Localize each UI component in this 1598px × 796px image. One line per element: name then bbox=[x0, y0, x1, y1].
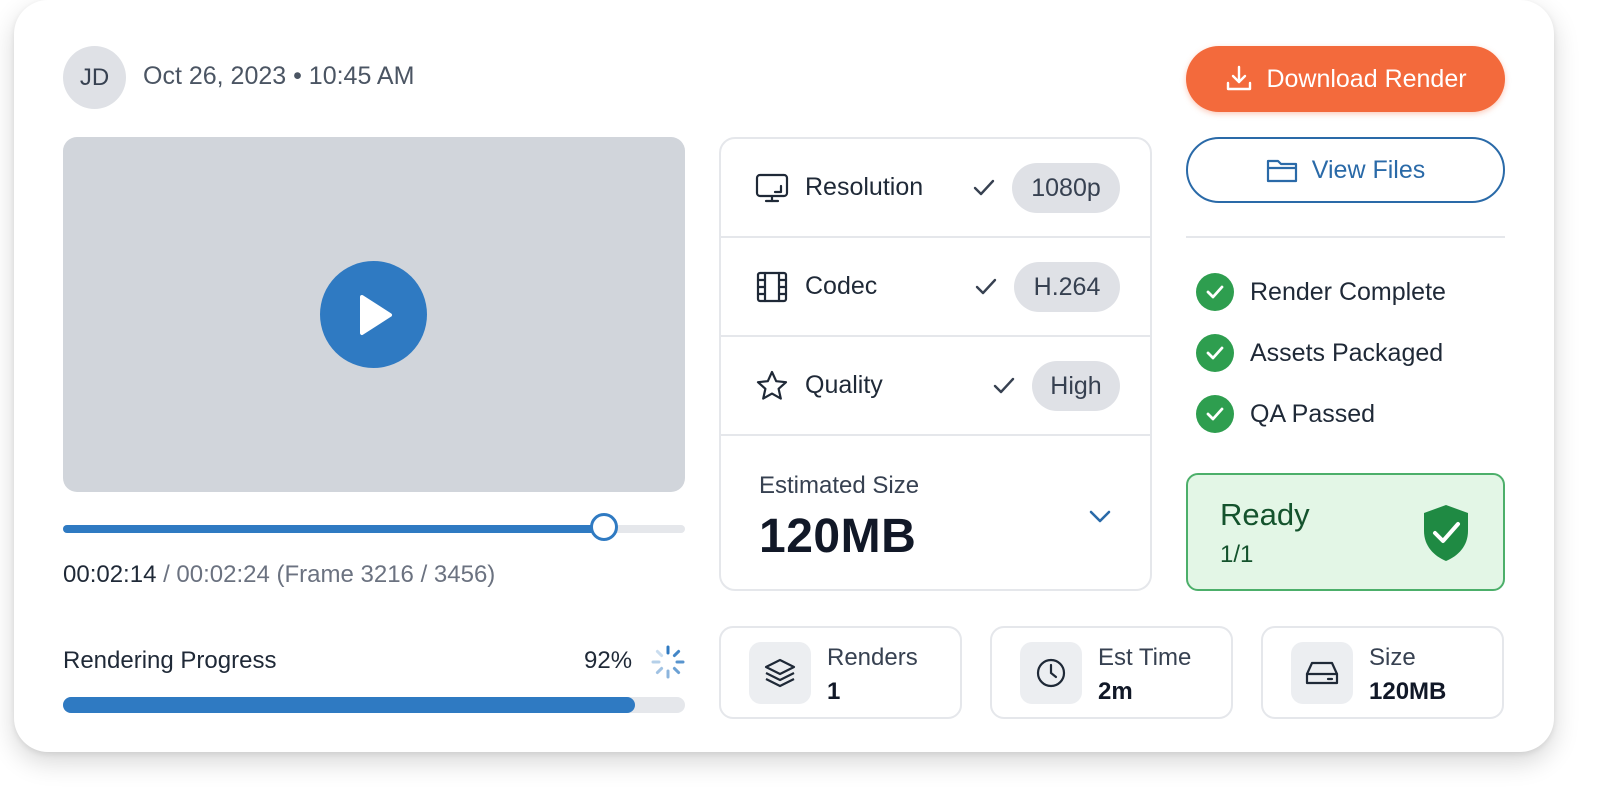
spec-value-badge: High bbox=[1032, 361, 1120, 411]
ready-status-card: Ready 1/1 bbox=[1186, 473, 1505, 591]
stat-value: 1 bbox=[827, 678, 841, 705]
check-circle-icon bbox=[1196, 395, 1234, 433]
divider bbox=[1186, 236, 1505, 238]
current-time: 00:02:14 bbox=[63, 561, 157, 588]
spec-value-badge: 1080p bbox=[1012, 163, 1120, 213]
loading-spinner-icon bbox=[651, 645, 685, 679]
rendering-progress-label: Rendering Progress bbox=[63, 647, 277, 674]
folder-icon bbox=[1266, 159, 1297, 183]
layers-icon bbox=[749, 642, 811, 704]
stat-label: Renders bbox=[827, 644, 918, 671]
stat-value: 120MB bbox=[1369, 678, 1447, 705]
spec-row-codec: Codec H.264 bbox=[721, 238, 1150, 337]
checklist-label: QA Passed bbox=[1250, 399, 1376, 428]
film-icon bbox=[756, 271, 788, 303]
checklist-item: Assets Packaged bbox=[1196, 333, 1443, 373]
play-icon bbox=[359, 294, 392, 335]
estimated-size-label: Estimated Size bbox=[759, 472, 920, 499]
rendering-progress-percent: 92% bbox=[584, 647, 633, 674]
checklist-label: Render Complete bbox=[1250, 277, 1446, 306]
spec-label: Codec bbox=[805, 272, 878, 300]
checklist-item: QA Passed bbox=[1196, 394, 1375, 434]
duration-frame-info: / 00:02:24 (Frame 3216 / 3456) bbox=[156, 561, 496, 588]
shield-check-icon bbox=[1424, 505, 1468, 561]
spec-row-quality: Quality High bbox=[721, 337, 1150, 436]
check-circle-icon bbox=[1196, 334, 1234, 372]
spec-label: Resolution bbox=[805, 173, 924, 201]
stat-label: Est Time bbox=[1098, 644, 1192, 671]
ready-status-title: Ready bbox=[1220, 497, 1310, 532]
render-timestamp: Oct 26, 2023 • 10:45 AM bbox=[143, 62, 415, 90]
check-icon bbox=[993, 377, 1015, 394]
stat-card-renders: Renders 1 bbox=[719, 626, 962, 719]
monitor-icon bbox=[755, 173, 789, 203]
avatar[interactable]: JD bbox=[63, 46, 126, 109]
check-icon bbox=[975, 278, 997, 295]
view-files-label: View Files bbox=[1311, 155, 1426, 184]
timecode: 00:02:14 / 00:02:24 (Frame 3216 / 3456) bbox=[63, 561, 495, 589]
video-scrubber-handle[interactable] bbox=[590, 513, 619, 541]
render-specs-panel: Resolution 1080p Codec H.264 Quality Hig… bbox=[719, 137, 1152, 591]
check-icon bbox=[973, 179, 995, 196]
chevron-down-icon[interactable] bbox=[1087, 503, 1113, 529]
spec-row-resolution: Resolution 1080p bbox=[721, 139, 1150, 238]
clock-icon bbox=[1020, 642, 1082, 704]
view-files-button[interactable]: View Files bbox=[1186, 137, 1505, 203]
spec-label: Quality bbox=[805, 371, 883, 399]
download-icon bbox=[1227, 65, 1252, 91]
stat-value: 2m bbox=[1098, 678, 1133, 705]
download-render-label: Download Render bbox=[1266, 64, 1467, 93]
checklist-item: Render Complete bbox=[1196, 272, 1446, 312]
rendering-progress-fill bbox=[63, 697, 636, 713]
estimated-size-value: 120MB bbox=[759, 510, 917, 563]
ready-status-count: 1/1 bbox=[1220, 541, 1254, 568]
video-scrubber-fill bbox=[63, 525, 605, 533]
check-circle-icon bbox=[1196, 273, 1234, 311]
checklist-label: Assets Packaged bbox=[1250, 338, 1444, 367]
stat-label: Size bbox=[1369, 644, 1416, 671]
download-render-button[interactable]: Download Render bbox=[1186, 46, 1505, 112]
spec-value-badge: H.264 bbox=[1014, 262, 1120, 312]
play-button[interactable] bbox=[320, 261, 427, 368]
stat-card-est-time: Est Time 2m bbox=[990, 626, 1233, 719]
stat-card-size: Size 120MB bbox=[1261, 626, 1504, 719]
star-icon bbox=[756, 370, 788, 400]
hard-drive-icon bbox=[1291, 642, 1353, 704]
